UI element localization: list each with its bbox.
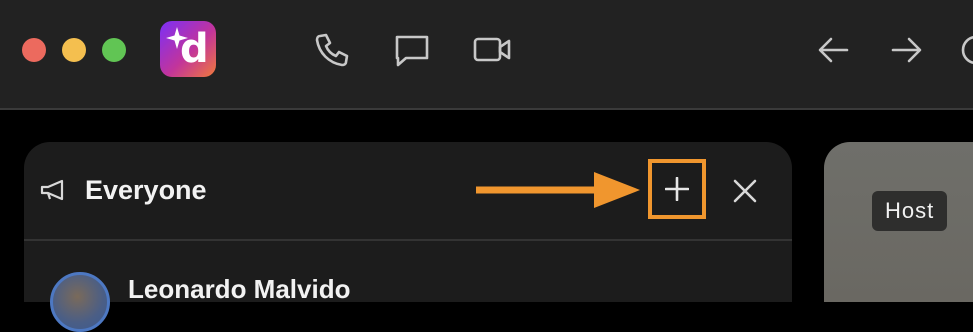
participant-name: Leonardo Malvido [128, 274, 351, 304]
video-camera-icon[interactable] [472, 30, 512, 70]
host-badge: Host [872, 191, 948, 231]
megaphone-icon [40, 179, 64, 201]
history-icon[interactable] [958, 30, 973, 70]
back-arrow-icon[interactable] [814, 30, 854, 70]
panel-divider [24, 239, 792, 241]
chat-icon[interactable] [392, 30, 432, 70]
video-tile[interactable]: Host [824, 142, 973, 302]
fullscreen-window-button[interactable] [102, 38, 126, 62]
minimize-window-button[interactable] [62, 38, 86, 62]
plus-icon [665, 177, 689, 201]
app-logo[interactable]: d [160, 21, 216, 77]
close-window-button[interactable] [22, 38, 46, 62]
annotation-arrow [476, 172, 640, 208]
title-bar: d [0, 0, 973, 110]
participants-panel: Everyone Leonardo Malvido [24, 142, 792, 332]
panel-title: Everyone [85, 175, 207, 205]
avatar[interactable] [50, 272, 110, 332]
add-button[interactable] [648, 159, 706, 219]
close-icon[interactable] [730, 176, 760, 206]
app-logo-letter: d [180, 26, 209, 72]
forward-arrow-icon[interactable] [886, 30, 926, 70]
phone-icon[interactable] [312, 30, 352, 70]
